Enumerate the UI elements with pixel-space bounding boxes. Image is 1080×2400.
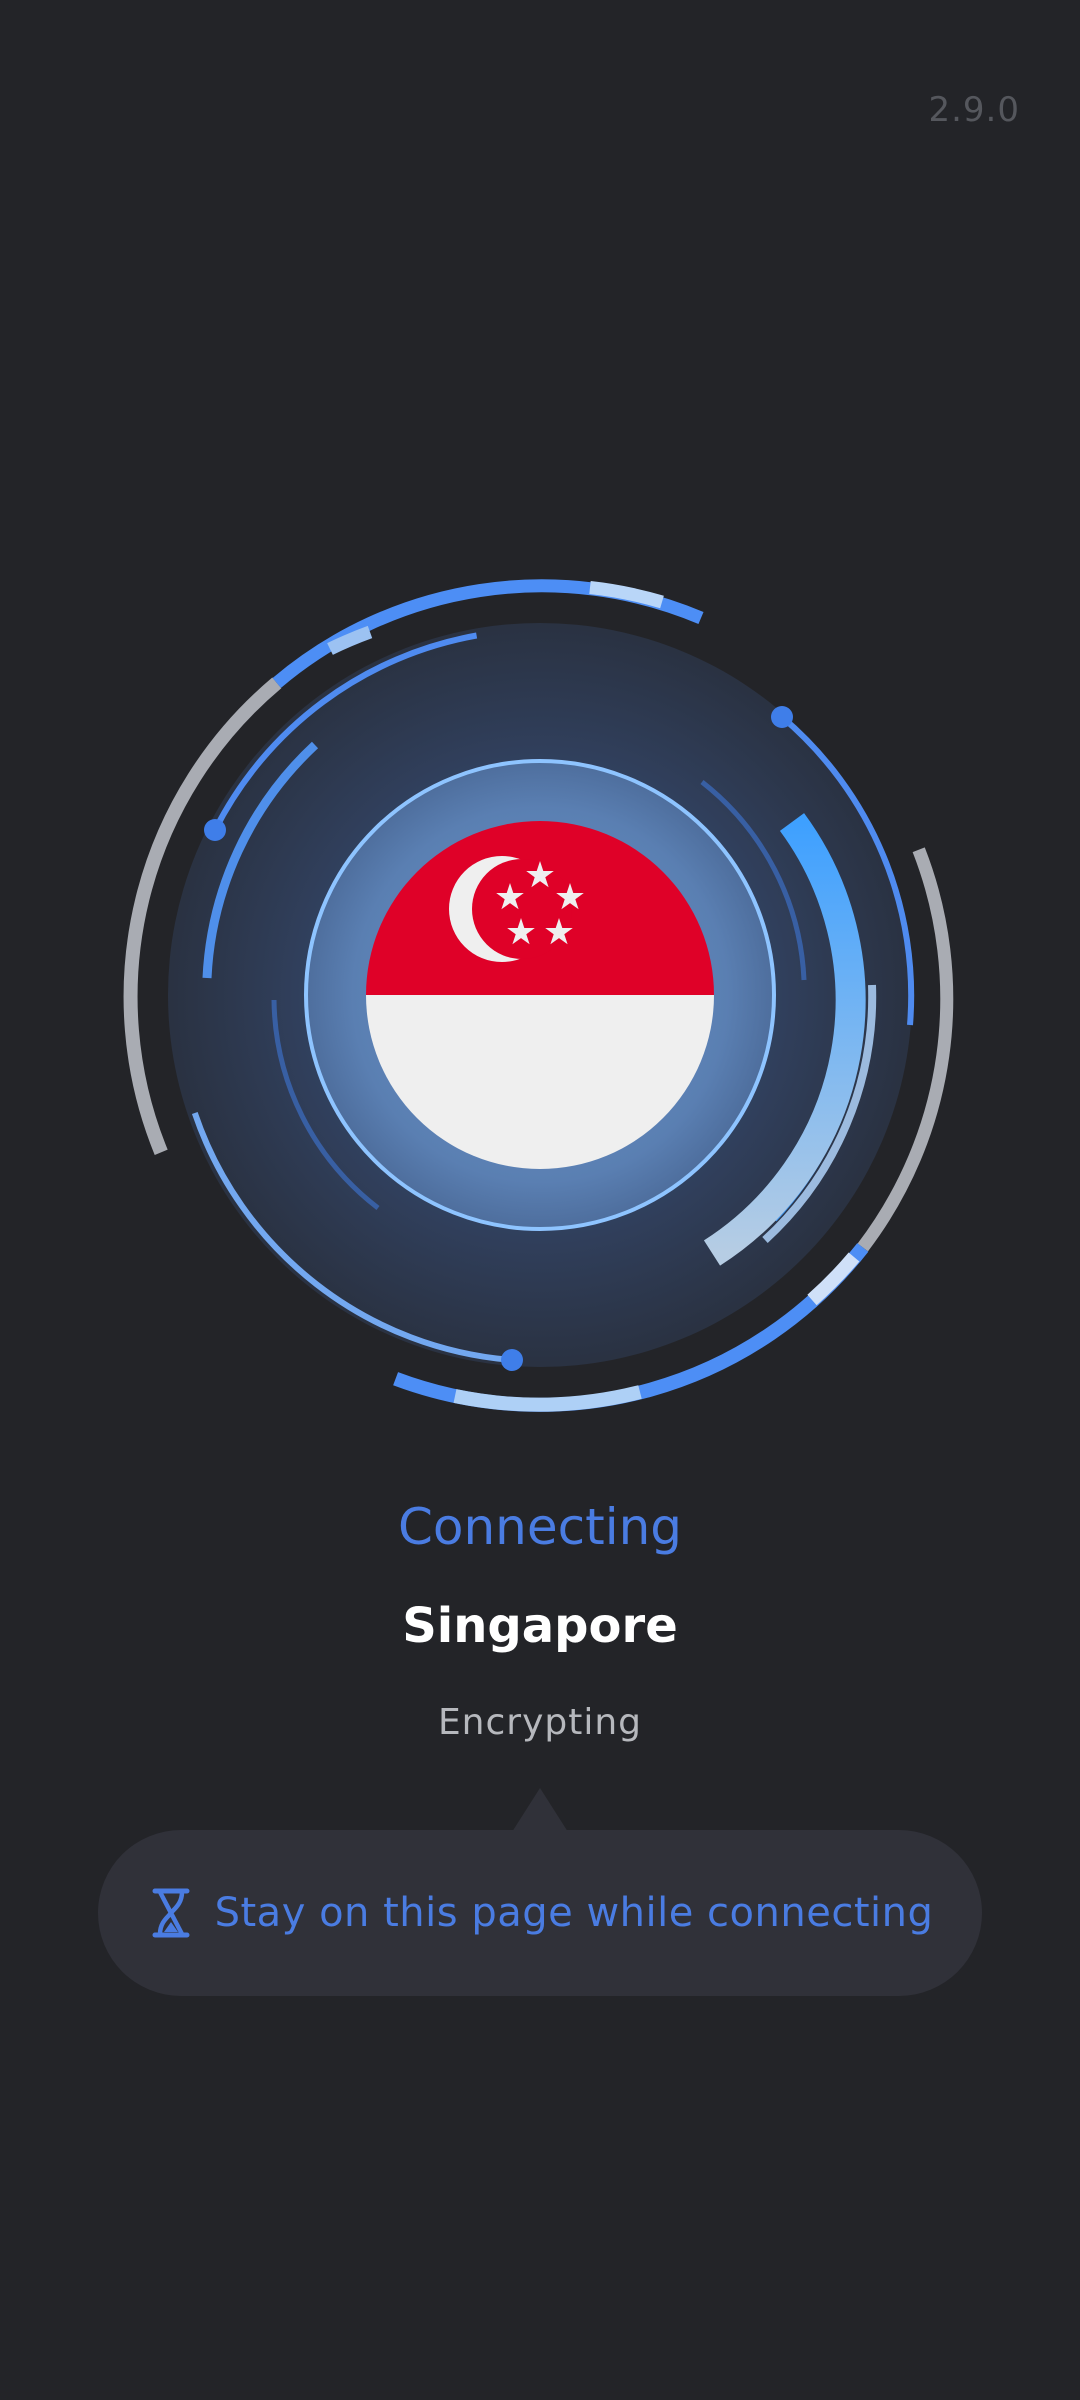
connecting-screen: 2.9.0 Connecting Singapore Encrypting St… bbox=[0, 0, 1080, 2400]
app-version: 2.9.0 bbox=[928, 90, 1020, 130]
outer-arc-bottom-highlight bbox=[453, 1385, 642, 1412]
arc-dot-left bbox=[204, 819, 226, 841]
hourglass-icon bbox=[152, 1888, 190, 1938]
notice-pointer bbox=[512, 1788, 568, 1832]
arc-dot-bottom bbox=[501, 1349, 523, 1371]
server-location: Singapore bbox=[402, 1598, 678, 1654]
arc-dot-right bbox=[771, 706, 793, 728]
stay-on-page-notice: Stay on this page while connecting bbox=[98, 1830, 982, 1996]
connection-status: Connecting bbox=[397, 1498, 683, 1556]
connection-dial bbox=[123, 579, 954, 1412]
notice-text: Stay on this page while connecting bbox=[214, 1890, 934, 1936]
singapore-flag-icon bbox=[366, 821, 714, 1169]
outer-arc-bottom-highlight-2 bbox=[807, 1252, 860, 1306]
connection-sub-status: Encrypting bbox=[437, 1702, 643, 1743]
